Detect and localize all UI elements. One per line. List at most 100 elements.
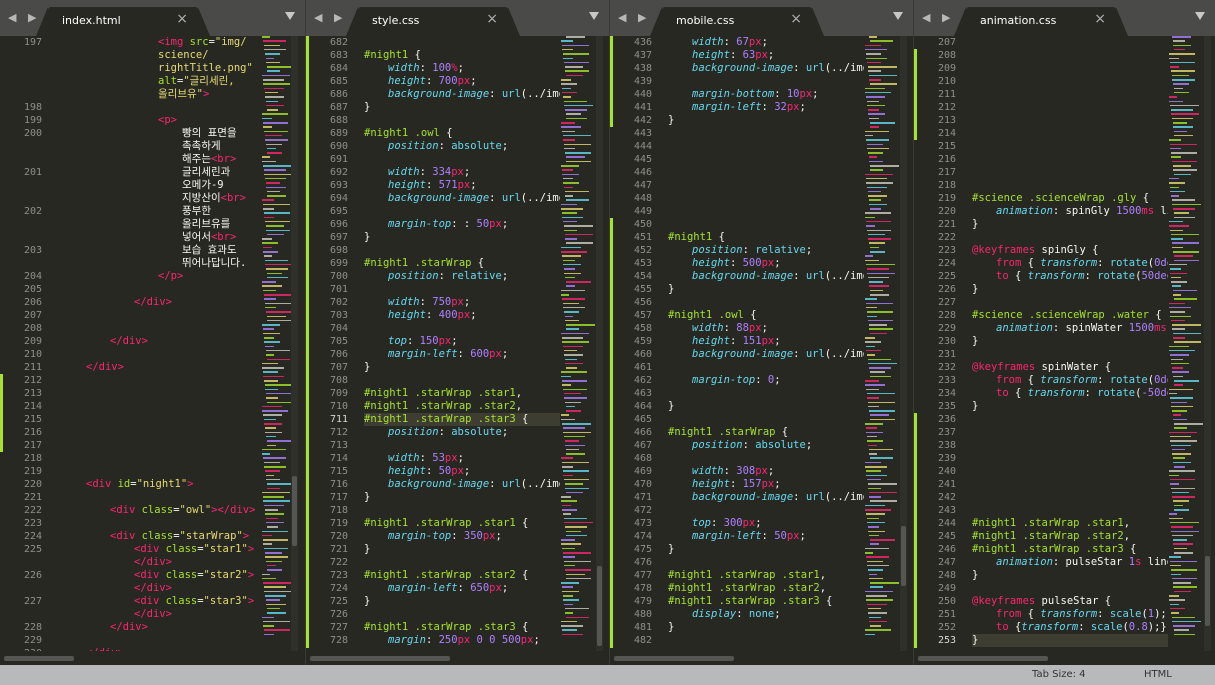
vertical-scrollbar[interactable] [1204, 36, 1211, 651]
code-line: margin-bottom: 10px; [692, 88, 818, 101]
tab-size-indicator[interactable]: Tab Size: 4 [1032, 669, 1086, 680]
tab-menu-chevron-down-icon[interactable] [285, 12, 295, 20]
code-token: rotate [1097, 387, 1136, 399]
close-icon[interactable]: × [486, 11, 498, 27]
vertical-scrollbar[interactable] [900, 36, 907, 651]
horizontal-scrollbar[interactable] [306, 651, 609, 665]
vertical-scrollbar[interactable] [596, 36, 603, 651]
minimap-line [266, 349, 290, 352]
code-token: { [1142, 192, 1150, 204]
line-number: 225 [23, 544, 42, 555]
code-token: #night1 .starWrap .star3 [364, 413, 523, 425]
minimap-line [868, 487, 881, 489]
line-number: 248 [937, 570, 956, 581]
code-token: : [1084, 270, 1098, 282]
code-line: animation: spinWater 1500ms [996, 322, 1167, 335]
horizontal-scrollbar-thumb[interactable] [310, 656, 450, 661]
editor-group-style-css[interactable]: ◀ ▶ style.css × 682 683 684 685 686 687 688 689… [305, 0, 609, 665]
editor-group-index-html[interactable]: ◀ ▶ index.html × 197 198 199 200 201 202 203 20… [0, 0, 305, 665]
code-token: : [425, 465, 439, 477]
code-token: px [742, 517, 756, 529]
code-line: #science .scienceWrap .gly { [972, 192, 1149, 205]
code-token: <p> [158, 114, 177, 126]
code-token: "글리세린, [183, 75, 235, 87]
tab-animation-css[interactable]: animation.css × [954, 7, 1128, 36]
minimap-line [267, 440, 292, 442]
horizontal-scrollbar[interactable] [914, 651, 1215, 665]
horizontal-scrollbar[interactable] [0, 651, 305, 665]
code-line: height: 400px; [388, 309, 477, 322]
code-token: px [457, 179, 471, 191]
code-token: ; [457, 452, 464, 464]
horizontal-scrollbar-thumb[interactable] [614, 656, 734, 661]
minimap-line [561, 165, 579, 167]
tab-menu-chevron-down-icon[interactable] [1195, 12, 1205, 20]
line-number: 471 [633, 492, 652, 503]
scrollbar-thumb[interactable] [901, 526, 906, 586]
close-icon[interactable]: × [176, 11, 188, 27]
code-token: width [388, 296, 420, 308]
line-number: 216 [937, 154, 956, 165]
tab-scroll-arrows-icon[interactable]: ◀ ▶ [314, 11, 346, 24]
code-area[interactable]: <img src="img/science/rightTitle.png" alt… [58, 36, 258, 651]
scrollbar-thumb[interactable] [292, 476, 297, 546]
scrollbar-thumb[interactable] [1205, 556, 1210, 626]
tab-menu-chevron-down-icon[interactable] [893, 12, 903, 20]
code-token: rotate [1097, 270, 1136, 282]
horizontal-scrollbar-thumb[interactable] [4, 656, 74, 661]
code-area[interactable]: width: 67px; height: 63px; background-imag… [668, 36, 864, 651]
minimap-line [262, 242, 278, 244]
code-token: to [996, 270, 1015, 282]
editor-group-mobile-css[interactable]: ◀ ▶ mobile.css × 436 437 438 439 440 441 442 44… [609, 0, 913, 665]
minimap-line [263, 371, 278, 373]
minimap-line [562, 547, 575, 550]
tab-menu-chevron-down-icon[interactable] [589, 12, 599, 20]
code-line: #night1 .starWrap .star3 { [668, 595, 832, 608]
minimap-line [1171, 401, 1187, 403]
close-icon[interactable]: × [790, 11, 802, 27]
minimap-line [565, 440, 579, 442]
tab-mobile-css[interactable]: mobile.css × [650, 7, 824, 36]
tab-style-css[interactable]: style.css × [346, 7, 520, 36]
minimap[interactable] [1169, 36, 1203, 651]
line-number: 716 [329, 479, 348, 490]
code-token: 0.8 [1128, 621, 1148, 633]
minimap-line [869, 534, 879, 537]
minimap-line [1171, 612, 1179, 614]
code-area[interactable]: #night1 {width: 100%; height: 700px; backg… [364, 36, 560, 651]
vertical-scrollbar[interactable] [291, 36, 298, 651]
minimap-line [561, 203, 577, 206]
minimap-line [1172, 448, 1185, 451]
scrollbar-thumb[interactable] [597, 566, 602, 646]
minimap-line [867, 104, 885, 107]
minimap-line [563, 388, 587, 391]
minimap-line [266, 61, 280, 64]
minimap-line [564, 100, 587, 102]
minimap[interactable] [561, 36, 595, 651]
minimap-line [561, 79, 571, 81]
code-token: #night1 .starWrap .star1 [668, 569, 820, 581]
minimap-line [263, 126, 272, 128]
editor-group-animation-css[interactable]: ◀ ▶ animation.css × 207 208 209 210 211 212 21… [913, 0, 1215, 665]
minimap[interactable] [865, 36, 899, 651]
code-token: : [793, 62, 806, 74]
minimap-line [870, 165, 899, 167]
code-token: : [723, 465, 737, 477]
code-token: position [692, 439, 743, 451]
horizontal-scrollbar-thumb[interactable] [918, 656, 1048, 661]
tab-index-html[interactable]: index.html × [36, 7, 210, 36]
tab-scroll-arrows-icon[interactable]: ◀ ▶ [618, 11, 650, 24]
minimap-line [865, 259, 879, 262]
minimap-line [561, 126, 581, 128]
minimap-line [564, 349, 577, 352]
code-area[interactable]: #science .scienceWrap .gly { animation: s… [972, 36, 1168, 651]
minimap-line [869, 285, 889, 287]
minimap-line [1169, 388, 1193, 391]
syntax-indicator[interactable]: HTML [1144, 669, 1172, 680]
close-icon[interactable]: × [1094, 11, 1106, 27]
horizontal-scrollbar[interactable] [610, 651, 913, 665]
minimap-line [1173, 500, 1189, 502]
minimap-line [865, 633, 875, 636]
tab-scroll-arrows-icon[interactable]: ◀ ▶ [922, 11, 954, 24]
code-token: ; [451, 335, 458, 347]
